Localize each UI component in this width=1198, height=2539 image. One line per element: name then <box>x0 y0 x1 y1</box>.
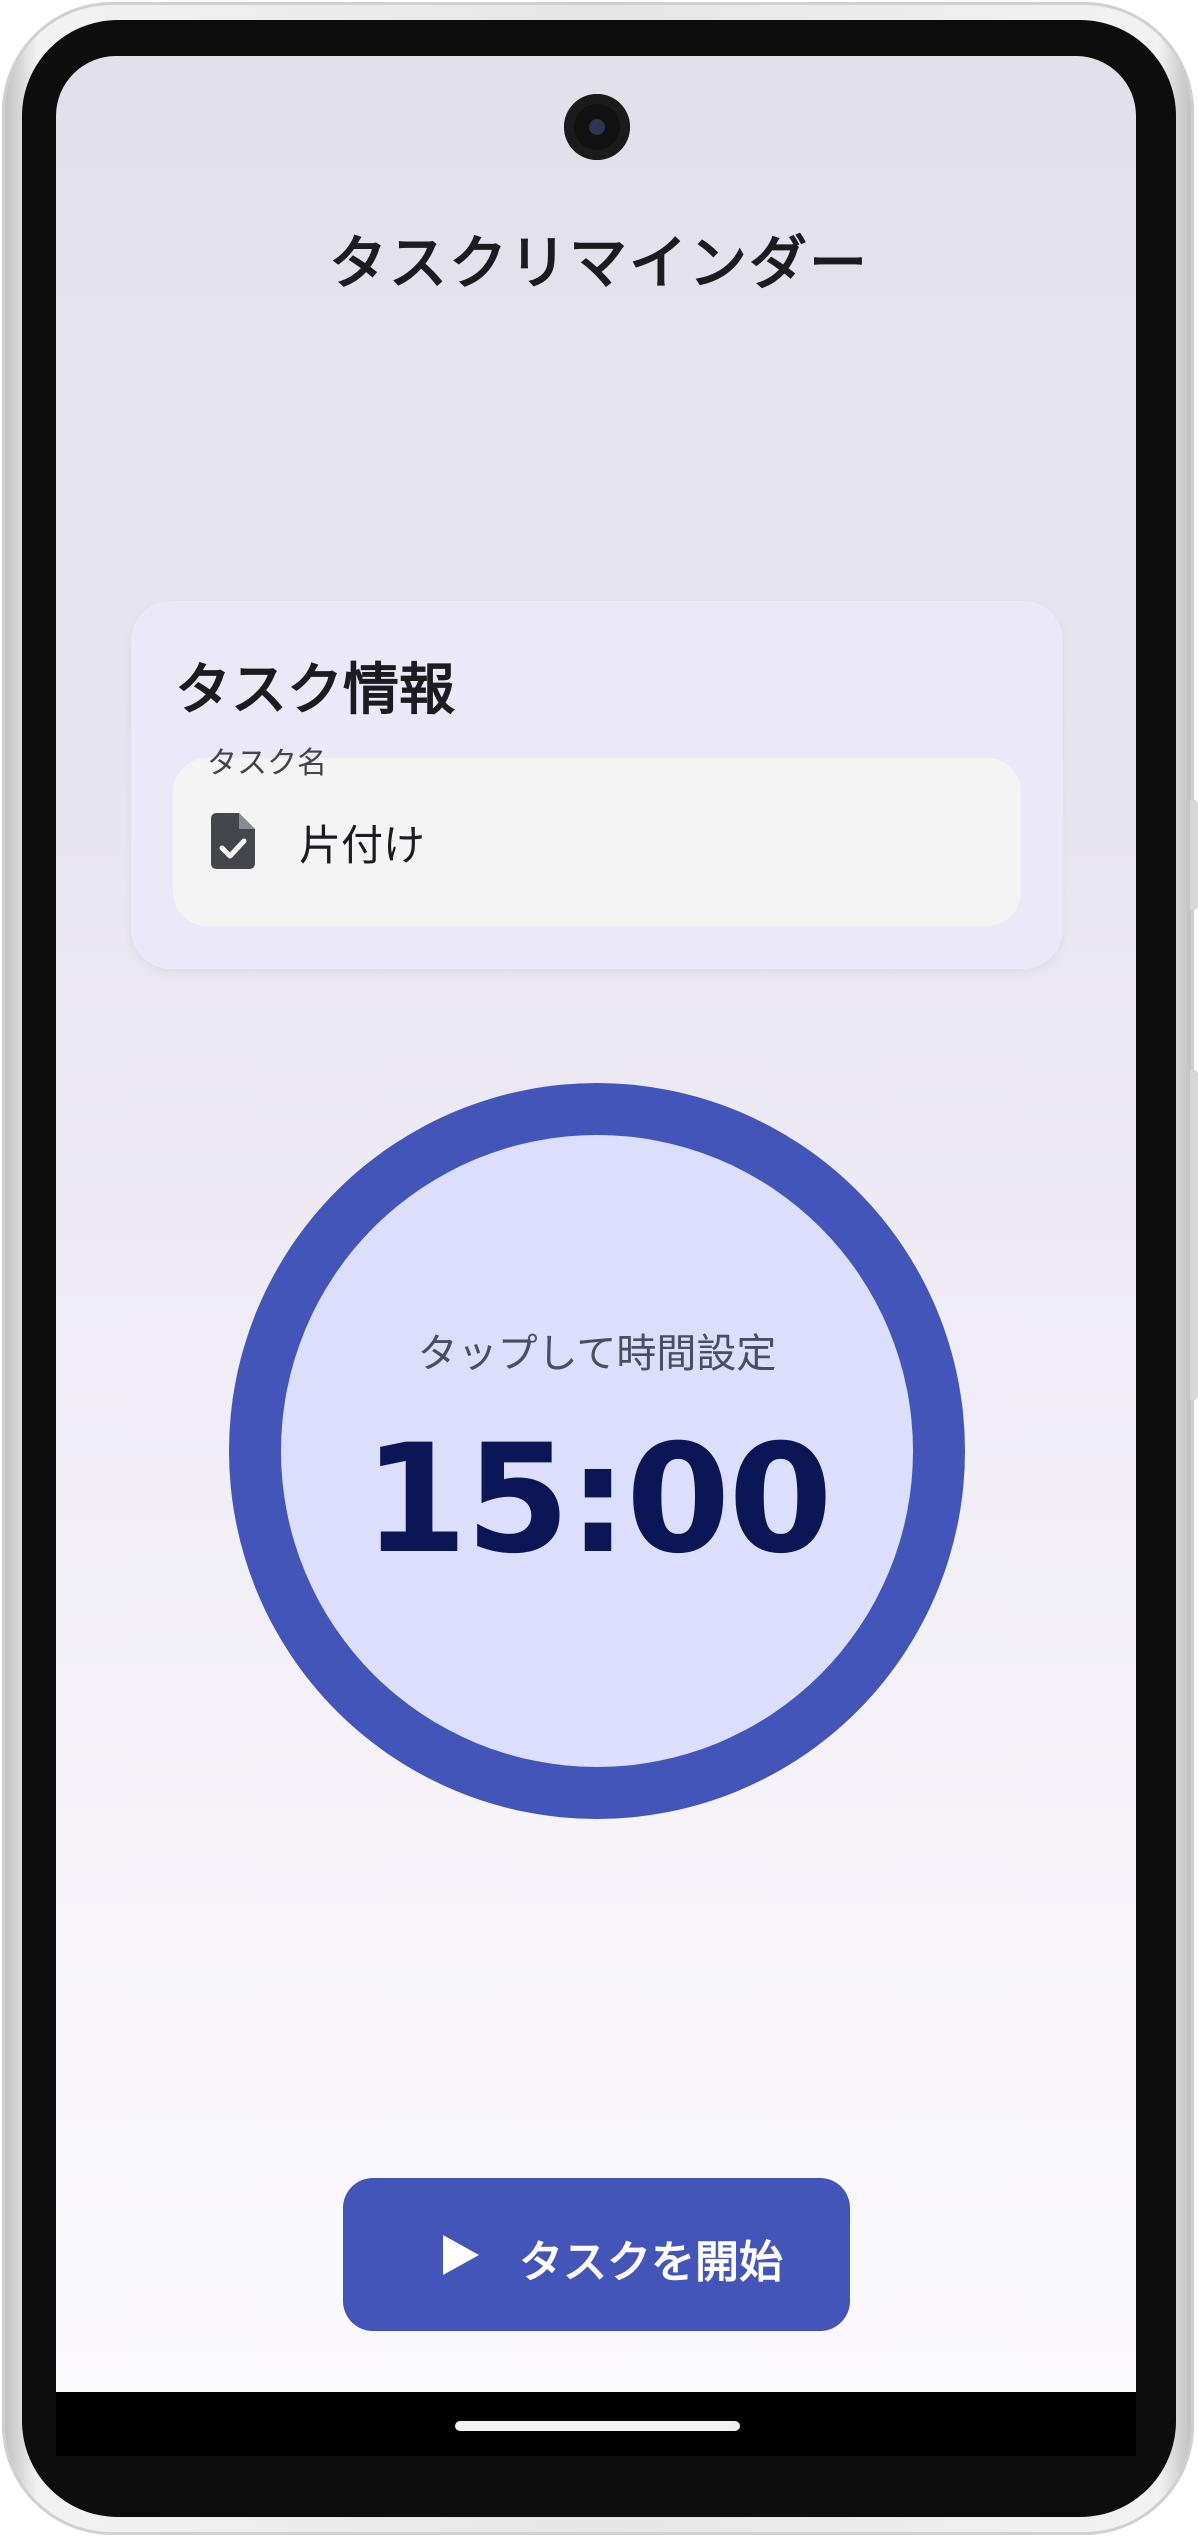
timer-face[interactable]: タップして時間設定 15:00 <box>281 1135 913 1767</box>
timer-dial[interactable]: タップして時間設定 15:00 <box>229 1083 965 1819</box>
start-task-button[interactable]: タスクを開始 <box>343 2178 850 2331</box>
task-name-value: 片付け <box>299 821 426 870</box>
card-title: タスク情報 <box>175 658 455 723</box>
phone-device: タスクリマインダー タスク情報 片付け タスク名 タップして時間設定 15:00… <box>0 0 1198 2539</box>
play-icon <box>443 2235 479 2275</box>
task-info-card: タスク情報 片付け タスク名 <box>131 601 1063 969</box>
start-task-label: タスクを開始 <box>519 2238 783 2287</box>
task-name-field[interactable]: 片付け <box>173 758 1021 926</box>
timer-value: 15:00 <box>363 1413 832 1587</box>
power-button <box>1190 1070 1198 1400</box>
volume-button <box>1190 800 1198 910</box>
home-indicator[interactable] <box>455 2421 740 2431</box>
task-name-label: タスク名 <box>207 746 327 781</box>
page-title: タスクリマインダー <box>328 229 869 297</box>
timer-hint: タップして時間設定 <box>417 1331 777 1377</box>
front-camera <box>564 94 630 160</box>
task-file-check-icon <box>211 813 255 869</box>
